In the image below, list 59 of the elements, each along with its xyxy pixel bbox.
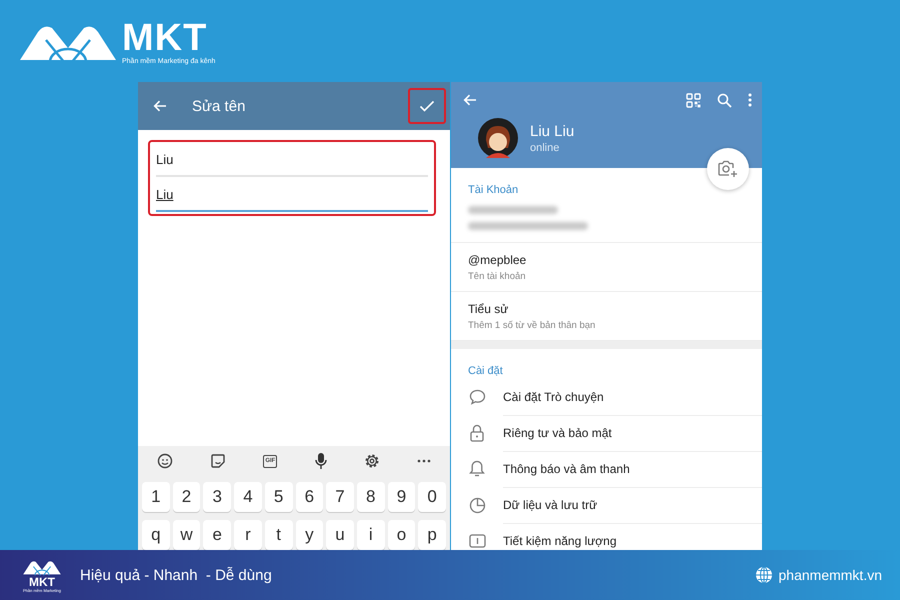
settings-icon[interactable] — [364, 453, 380, 469]
logo-wordmark: MKT — [122, 20, 208, 56]
microphone-icon[interactable] — [314, 452, 327, 470]
settings-item[interactable]: Riêng tư và bảo mật — [503, 414, 762, 452]
keyboard-key[interactable]: o — [388, 520, 416, 550]
keyboard-key[interactable]: p — [418, 520, 446, 550]
keyboard-key[interactable]: r — [234, 520, 262, 550]
settings-item[interactable]: Thông báo và âm thanh — [503, 450, 762, 488]
back-arrow-icon[interactable] — [463, 94, 477, 106]
online-status: online — [530, 142, 560, 154]
name-field[interactable]: Liu — [156, 146, 428, 177]
account-value[interactable]: Tiểu sử — [468, 302, 745, 316]
globe-icon — [754, 566, 773, 584]
more-menu-icon[interactable] — [748, 93, 752, 107]
keyboard-key[interactable]: 7 — [326, 482, 354, 512]
account-caption: Tên tài khoản — [468, 271, 527, 282]
keyboard-key[interactable]: t — [264, 520, 292, 550]
qr-code-icon[interactable] — [686, 92, 701, 108]
keyboard-key[interactable]: 1 — [142, 482, 170, 512]
back-arrow-icon[interactable] — [153, 100, 167, 112]
keyboard-key[interactable]: w — [172, 520, 200, 550]
keyboard-key[interactable]: 3 — [203, 482, 232, 512]
settings-item[interactable]: Dữ liệu và lưu trữ — [503, 486, 762, 524]
confirm-button[interactable] — [408, 88, 446, 124]
settings-item[interactable]: Cài đặt Trò chuyện — [503, 378, 762, 416]
more-icon[interactable] — [417, 459, 432, 463]
avatar — [478, 118, 518, 158]
keyboard-key[interactable]: i — [356, 520, 385, 550]
name-field[interactable]: Liu — [156, 181, 428, 212]
profile-name: Liu Liu — [530, 122, 574, 140]
set-photo-button[interactable] — [707, 148, 749, 190]
pie-clock-icon — [468, 496, 486, 514]
lock-icon — [470, 424, 484, 442]
keyboard-key[interactable]: e — [203, 520, 232, 550]
logo-wordmark: MKT — [29, 576, 55, 588]
chat-bubble-icon — [468, 389, 486, 405]
section-title: Tài Khoản — [468, 184, 518, 196]
account-caption: Thêm 1 số từ về bản thân bạn — [468, 320, 596, 331]
battery-icon — [468, 534, 486, 548]
search-icon[interactable] — [717, 92, 732, 108]
keyboard-key[interactable]: q — [142, 520, 170, 550]
slogan: Hiệu quả - Nhanh - Dễ dùng — [80, 566, 273, 584]
check-icon[interactable] — [419, 100, 435, 112]
add-camera-icon[interactable] — [718, 160, 738, 178]
keyboard-key[interactable]: 4 — [234, 482, 262, 512]
screen-title: Sửa tên — [192, 98, 246, 114]
bell-icon — [469, 460, 485, 478]
keyboard-key[interactable]: 2 — [172, 482, 200, 512]
keyboard-key[interactable]: 0 — [418, 482, 446, 512]
keyboard-key[interactable]: 6 — [296, 482, 324, 512]
keyboard-key[interactable]: y — [296, 520, 324, 550]
sticker-icon[interactable] — [210, 453, 226, 469]
emoji-icon[interactable] — [156, 453, 173, 469]
account-value[interactable]: @mepblee — [468, 253, 745, 267]
keyboard-key[interactable]: 5 — [264, 482, 292, 512]
keyboard-key[interactable]: 8 — [356, 482, 385, 512]
section-title: Cài đặt — [468, 365, 503, 377]
keyboard-key[interactable]: u — [326, 520, 354, 550]
keyboard-key[interactable]: 9 — [388, 482, 416, 512]
